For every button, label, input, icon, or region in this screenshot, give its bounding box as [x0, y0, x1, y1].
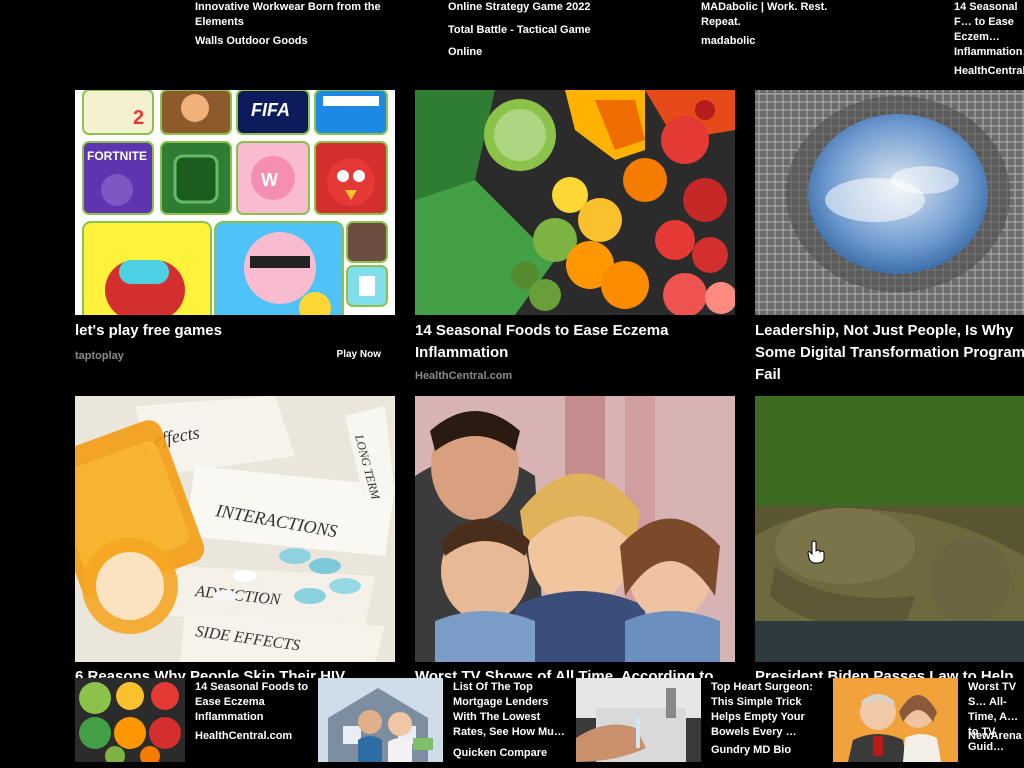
- hand-sink-thumbnail[interactable]: [576, 678, 701, 762]
- ad-card[interactable]: Leadership, Not Just People, Is Why Some…: [755, 90, 1024, 396]
- bottom-ad-title[interactable]: 14 Seasonal Foods to Ease Eczema Inflamm…: [195, 680, 325, 725]
- hand-cursor-icon: [807, 540, 825, 564]
- ad-card-title[interactable]: 14 Seasonal Foods to Ease Eczema Inflamm…: [415, 320, 745, 364]
- bottom-ad-item[interactable]: List Of The Top Mortgage Lenders With Th…: [318, 678, 573, 768]
- bottom-ad-source[interactable]: Quicken Compare: [453, 747, 547, 759]
- top-ad-source[interactable]: Walls Outdoor Goods: [195, 34, 425, 49]
- svg-text:FORTNITE: FORTNITE: [87, 149, 147, 163]
- vegetables-thumbnail[interactable]: [75, 678, 185, 762]
- bottom-ad-item[interactable]: 14 Seasonal Foods to Ease Eczema Inflamm…: [75, 678, 315, 768]
- vegetables-rainbow-icon: [75, 678, 185, 762]
- top-ad-item[interactable]: Online Strategy Game 2022 Total Battle -…: [448, 0, 618, 63]
- bottom-ad-title[interactable]: Worst TV S… All-Time, A… to TV Guid…: [968, 680, 1024, 755]
- bottom-ad-source[interactable]: NewArena: [968, 730, 1022, 742]
- ad-card-title[interactable]: let's play free games: [75, 320, 405, 342]
- pill-bottle-notes-icon: effects INTERACTIONS ADDICTION SIDE EFFE…: [75, 396, 395, 662]
- svg-text:FIFA: FIFA: [251, 100, 290, 120]
- vegetables-rainbow-icon: [415, 90, 735, 315]
- bottom-ad-source[interactable]: Gundry MD Bio: [711, 744, 791, 756]
- mud-crawl-image[interactable]: [755, 396, 1024, 662]
- ad-card-title[interactable]: President Biden Passes Law to Help…: [755, 666, 1024, 678]
- ad-card[interactable]: effects INTERACTIONS ADDICTION SIDE EFFE…: [75, 396, 395, 678]
- top-ad-title[interactable]: Innovative Workwear Born from the Elemen…: [195, 0, 425, 30]
- family-portrait-icon: [415, 396, 735, 662]
- ad-card-title[interactable]: Leadership, Not Just People, Is Why Some…: [755, 320, 1024, 386]
- bottom-ad-title[interactable]: List Of The Top Mortgage Lenders With Th…: [453, 680, 573, 740]
- pill-bottle-image[interactable]: effects INTERACTIONS ADDICTION SIDE EFFE…: [75, 396, 395, 662]
- tv-couple-icon: [833, 678, 958, 762]
- svg-text:W: W: [261, 170, 278, 190]
- ad-card-title[interactable]: Worst TV Shows of All Time, According to…: [415, 666, 735, 678]
- couple-with-house-icon: [318, 678, 443, 762]
- play-now-button[interactable]: Play Now: [337, 349, 381, 360]
- ad-card[interactable]: 14 Seasonal Foods to Ease Eczema Inflamm…: [415, 90, 735, 390]
- tv-couple-thumbnail[interactable]: [833, 678, 958, 762]
- games-collage-image[interactable]: 2 FIFA FORTNITE W: [75, 90, 395, 315]
- ad-card-source[interactable]: taptoplay: [75, 350, 124, 362]
- games-collage-icon: 2 FIFA FORTNITE W: [82, 90, 388, 315]
- hand-at-sink-icon: [576, 678, 701, 762]
- top-ad-source[interactable]: HealthCentral…: [954, 64, 1024, 79]
- bottom-ad-item[interactable]: Worst TV S… All-Time, A… to TV Guid… New…: [833, 678, 1024, 768]
- bottom-ad-item[interactable]: Top Heart Surgeon: This Simple Trick Hel…: [576, 678, 830, 768]
- top-ad-item[interactable]: Innovative Workwear Born from the Elemen…: [195, 0, 425, 49]
- vegetables-image[interactable]: [415, 90, 735, 315]
- top-ad-item[interactable]: 14 Seasonal F… to Ease Eczem… Inflammati…: [954, 0, 1024, 79]
- ad-card[interactable]: President Biden Passes Law to Help…: [755, 396, 1024, 678]
- family-portrait-image[interactable]: [415, 396, 735, 662]
- ad-card[interactable]: 2 FIFA FORTNITE W let's play free games …: [75, 90, 395, 380]
- ad-card-title[interactable]: 6 Reasons Why People Skip Their HIV…: [75, 666, 395, 678]
- bottom-ad-bar: 14 Seasonal Foods to Ease Eczema Inflamm…: [0, 678, 1024, 768]
- top-ad-title[interactable]: Online Strategy Game 2022: [448, 0, 618, 15]
- couple-house-thumbnail[interactable]: [318, 678, 443, 762]
- bottom-ad-title[interactable]: Top Heart Surgeon: This Simple Trick Hel…: [711, 680, 829, 740]
- sky-tunnel-image[interactable]: [755, 90, 1024, 315]
- top-ad-title[interactable]: MADabolic | Work. Rest. Repeat.: [701, 0, 831, 30]
- ad-card-source[interactable]: HealthCentral.com: [415, 370, 512, 382]
- top-ad-item[interactable]: MADabolic | Work. Rest. Repeat. madaboli…: [701, 0, 831, 49]
- top-ad-source[interactable]: Total Battle - Tactical Game Online: [448, 19, 618, 63]
- mud-crawl-icon: [755, 396, 1024, 662]
- top-ad-title[interactable]: 14 Seasonal F… to Ease Eczem… Inflammati…: [954, 0, 1024, 60]
- bottom-ad-source[interactable]: HealthCentral.com: [195, 730, 292, 742]
- sky-through-tunnel-icon: [755, 90, 1024, 315]
- ad-card[interactable]: Worst TV Shows of All Time, According to…: [415, 396, 735, 678]
- svg-text:2: 2: [133, 107, 144, 129]
- top-ad-source[interactable]: madabolic: [701, 34, 831, 49]
